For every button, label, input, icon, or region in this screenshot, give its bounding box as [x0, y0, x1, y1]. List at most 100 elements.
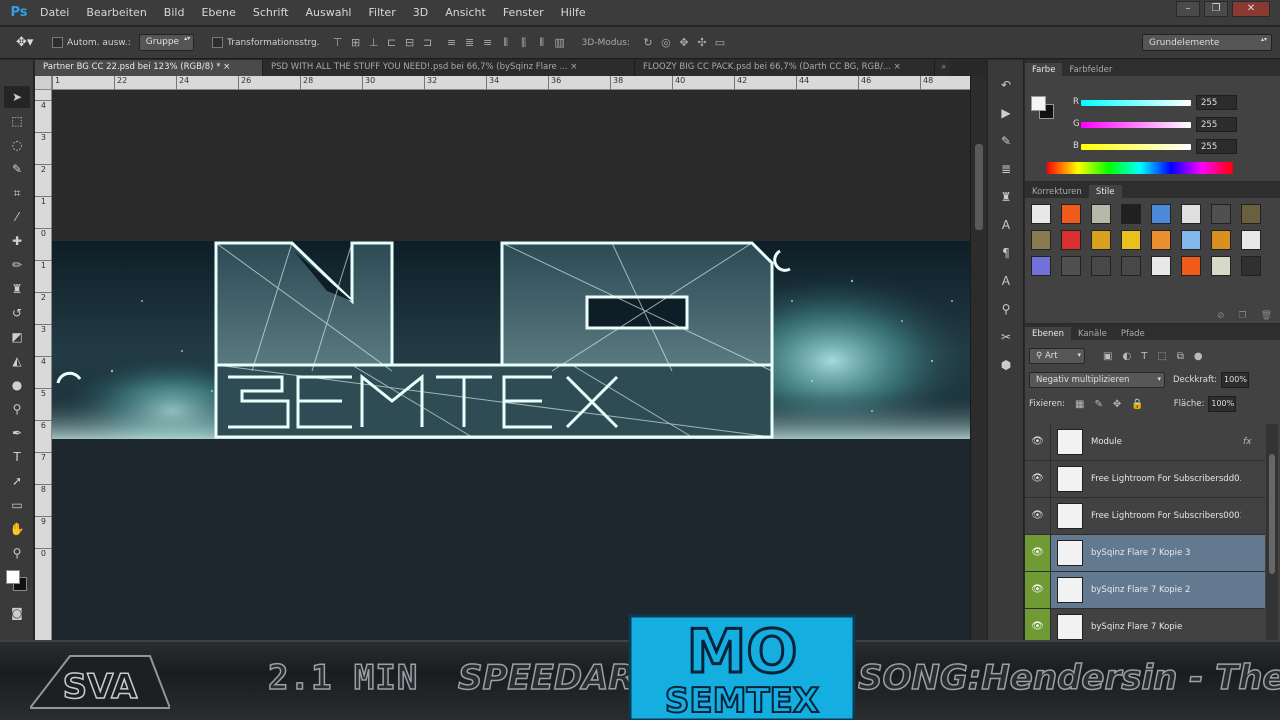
layer-name[interactable]: Module: [1091, 437, 1241, 447]
g-value-field[interactable]: 255: [1196, 117, 1237, 132]
visibility-eye-icon[interactable]: 👁: [1025, 535, 1051, 571]
layer-filter-dropdown[interactable]: ⚲ Art: [1029, 348, 1085, 364]
panel-foreground-swatch[interactable]: [1031, 96, 1046, 111]
style-swatch[interactable]: [1031, 256, 1051, 276]
opacity-field[interactable]: 100%: [1221, 372, 1250, 388]
close-icon[interactable]: ×: [223, 62, 230, 72]
close-icon[interactable]: ×: [894, 62, 901, 72]
stamp-tool-icon[interactable]: ♜: [4, 278, 30, 300]
filter-type-icon[interactable]: T: [1141, 351, 1147, 362]
style-swatch[interactable]: [1151, 230, 1171, 250]
layer-row[interactable]: 👁 Free Lightroom For Subscribersdd0...: [1025, 461, 1265, 498]
g-slider[interactable]: [1081, 122, 1191, 128]
character-styles-icon[interactable]: Ａ: [993, 270, 1019, 292]
b-value-field[interactable]: 255: [1196, 139, 1237, 154]
filter-shape-icon[interactable]: ⬚: [1157, 351, 1166, 362]
visibility-eye-icon[interactable]: 👁: [1025, 424, 1051, 460]
hand-tool-icon[interactable]: ✋: [4, 518, 30, 540]
eyedropper-tool-icon[interactable]: ⁄: [4, 206, 30, 228]
3d-rotate-icon[interactable]: ↻: [642, 36, 654, 49]
history-brush-tool-icon[interactable]: ↺: [4, 302, 30, 324]
close-button[interactable]: ✕: [1232, 1, 1270, 17]
gradient-tool-icon[interactable]: ◭: [4, 350, 30, 372]
lock-all-icon[interactable]: 🔒: [1131, 399, 1143, 410]
color-swatches[interactable]: [2, 568, 32, 598]
layer-name[interactable]: bySqinz Flare 7 Kopie 2: [1091, 585, 1241, 595]
tabs-overflow-icon[interactable]: »: [941, 62, 946, 71]
workspace-dropdown[interactable]: Grundelemente: [1142, 34, 1272, 51]
3d-icon[interactable]: ⬢: [993, 354, 1019, 376]
layer-thumbnail[interactable]: [1057, 540, 1083, 566]
paragraph-styles-icon[interactable]: ⚲: [993, 298, 1019, 320]
tab-korrekturen[interactable]: Korrekturen: [1025, 185, 1089, 198]
align-vcenter-icon[interactable]: ⊞: [350, 36, 362, 49]
menu-auswahl[interactable]: Auswahl: [305, 6, 351, 19]
style-swatch[interactable]: [1241, 204, 1261, 224]
filter-smart-object-icon[interactable]: ⧉: [1177, 351, 1184, 362]
style-swatch[interactable]: [1181, 230, 1201, 250]
align-top-icon[interactable]: ⊤: [332, 36, 344, 49]
scrollbar-thumb[interactable]: [975, 144, 983, 230]
lock-transparency-icon[interactable]: ▦: [1075, 399, 1084, 410]
brush-settings-icon[interactable]: ✎: [993, 130, 1019, 152]
style-swatch[interactable]: [1121, 204, 1141, 224]
brush-presets-icon[interactable]: ≣: [993, 158, 1019, 180]
actions-icon[interactable]: ▶: [993, 102, 1019, 124]
menu-3d[interactable]: 3D: [413, 6, 428, 19]
delete-style-icon[interactable]: 🗑: [1261, 311, 1272, 321]
style-swatch[interactable]: [1061, 204, 1081, 224]
style-swatch[interactable]: [1241, 230, 1261, 250]
auto-select-dropdown[interactable]: Gruppe: [138, 34, 195, 51]
tab-farbfelder[interactable]: Farbfelder: [1062, 63, 1119, 76]
path-select-tool-icon[interactable]: ➚: [4, 470, 30, 492]
auto-align-icon[interactable]: ▥: [554, 36, 566, 50]
distribute-left-icon[interactable]: ⫴: [500, 36, 512, 50]
layer-thumbnail[interactable]: [1057, 614, 1083, 640]
visibility-eye-icon[interactable]: 👁: [1025, 572, 1051, 608]
menu-ansicht[interactable]: Ansicht: [445, 6, 486, 19]
menu-filter[interactable]: Filter: [368, 6, 395, 19]
history-icon[interactable]: ↶: [993, 74, 1019, 96]
scrollbar-thumb[interactable]: [1269, 454, 1275, 574]
close-icon[interactable]: ×: [570, 62, 577, 72]
style-swatch[interactable]: [1091, 256, 1111, 276]
layer-thumbnail[interactable]: [1057, 577, 1083, 603]
healing-tool-icon[interactable]: ✚: [4, 230, 30, 252]
lasso-tool-icon[interactable]: ◌: [4, 134, 30, 156]
3d-slide-icon[interactable]: ✣: [696, 36, 708, 49]
menu-ebene[interactable]: Ebene: [201, 6, 235, 19]
new-style-icon[interactable]: ❐: [1238, 311, 1246, 321]
style-swatch[interactable]: [1211, 204, 1231, 224]
blur-tool-icon[interactable]: ●: [4, 374, 30, 396]
menu-bild[interactable]: Bild: [164, 6, 185, 19]
3d-scale-icon[interactable]: ▭: [714, 36, 726, 49]
fill-field[interactable]: 100%: [1208, 396, 1237, 412]
paragraph-icon[interactable]: ¶: [993, 242, 1019, 264]
tab-floozy-pack[interactable]: FLOOZY BIG CC PACK.psd bei 66,7% (Darth …: [635, 60, 935, 76]
visibility-eye-icon[interactable]: 👁: [1025, 461, 1051, 497]
clone-source-icon[interactable]: ♜: [993, 186, 1019, 208]
filter-pixel-icon[interactable]: ▣: [1103, 351, 1112, 362]
lock-position-icon[interactable]: ✥: [1113, 399, 1121, 410]
menu-schrift[interactable]: Schrift: [253, 6, 289, 19]
restore-button[interactable]: ❐: [1204, 1, 1228, 17]
layer-name[interactable]: Free Lightroom For Subscribersdd0...: [1091, 474, 1241, 484]
zoom-tool-icon[interactable]: ⚲: [4, 542, 30, 564]
style-swatch[interactable]: [1241, 256, 1261, 276]
layer-name[interactable]: bySqinz Flare 7 Kopie 3: [1091, 548, 1241, 558]
filter-adjustment-icon[interactable]: ◐: [1122, 351, 1131, 362]
filter-toggle-icon[interactable]: ●: [1194, 351, 1203, 362]
align-left-icon[interactable]: ⊏: [386, 36, 398, 49]
align-hcenter-icon[interactable]: ⊟: [404, 36, 416, 49]
distribute-hcenter-icon[interactable]: ⫼: [518, 36, 530, 50]
layer-row[interactable]: 👁 Module fx: [1025, 424, 1265, 461]
style-swatch[interactable]: [1061, 256, 1081, 276]
color-spectrum[interactable]: [1047, 162, 1233, 174]
style-swatch[interactable]: [1121, 256, 1141, 276]
marquee-tool-icon[interactable]: ⬚: [4, 110, 30, 132]
align-bottom-icon[interactable]: ⊥: [368, 36, 380, 49]
auto-select-checkbox[interactable]: [52, 37, 63, 48]
style-swatch[interactable]: [1091, 230, 1111, 250]
move-tool-icon[interactable]: ✥▾: [16, 35, 42, 50]
layer-effects-icon[interactable]: fx: [1243, 437, 1252, 447]
